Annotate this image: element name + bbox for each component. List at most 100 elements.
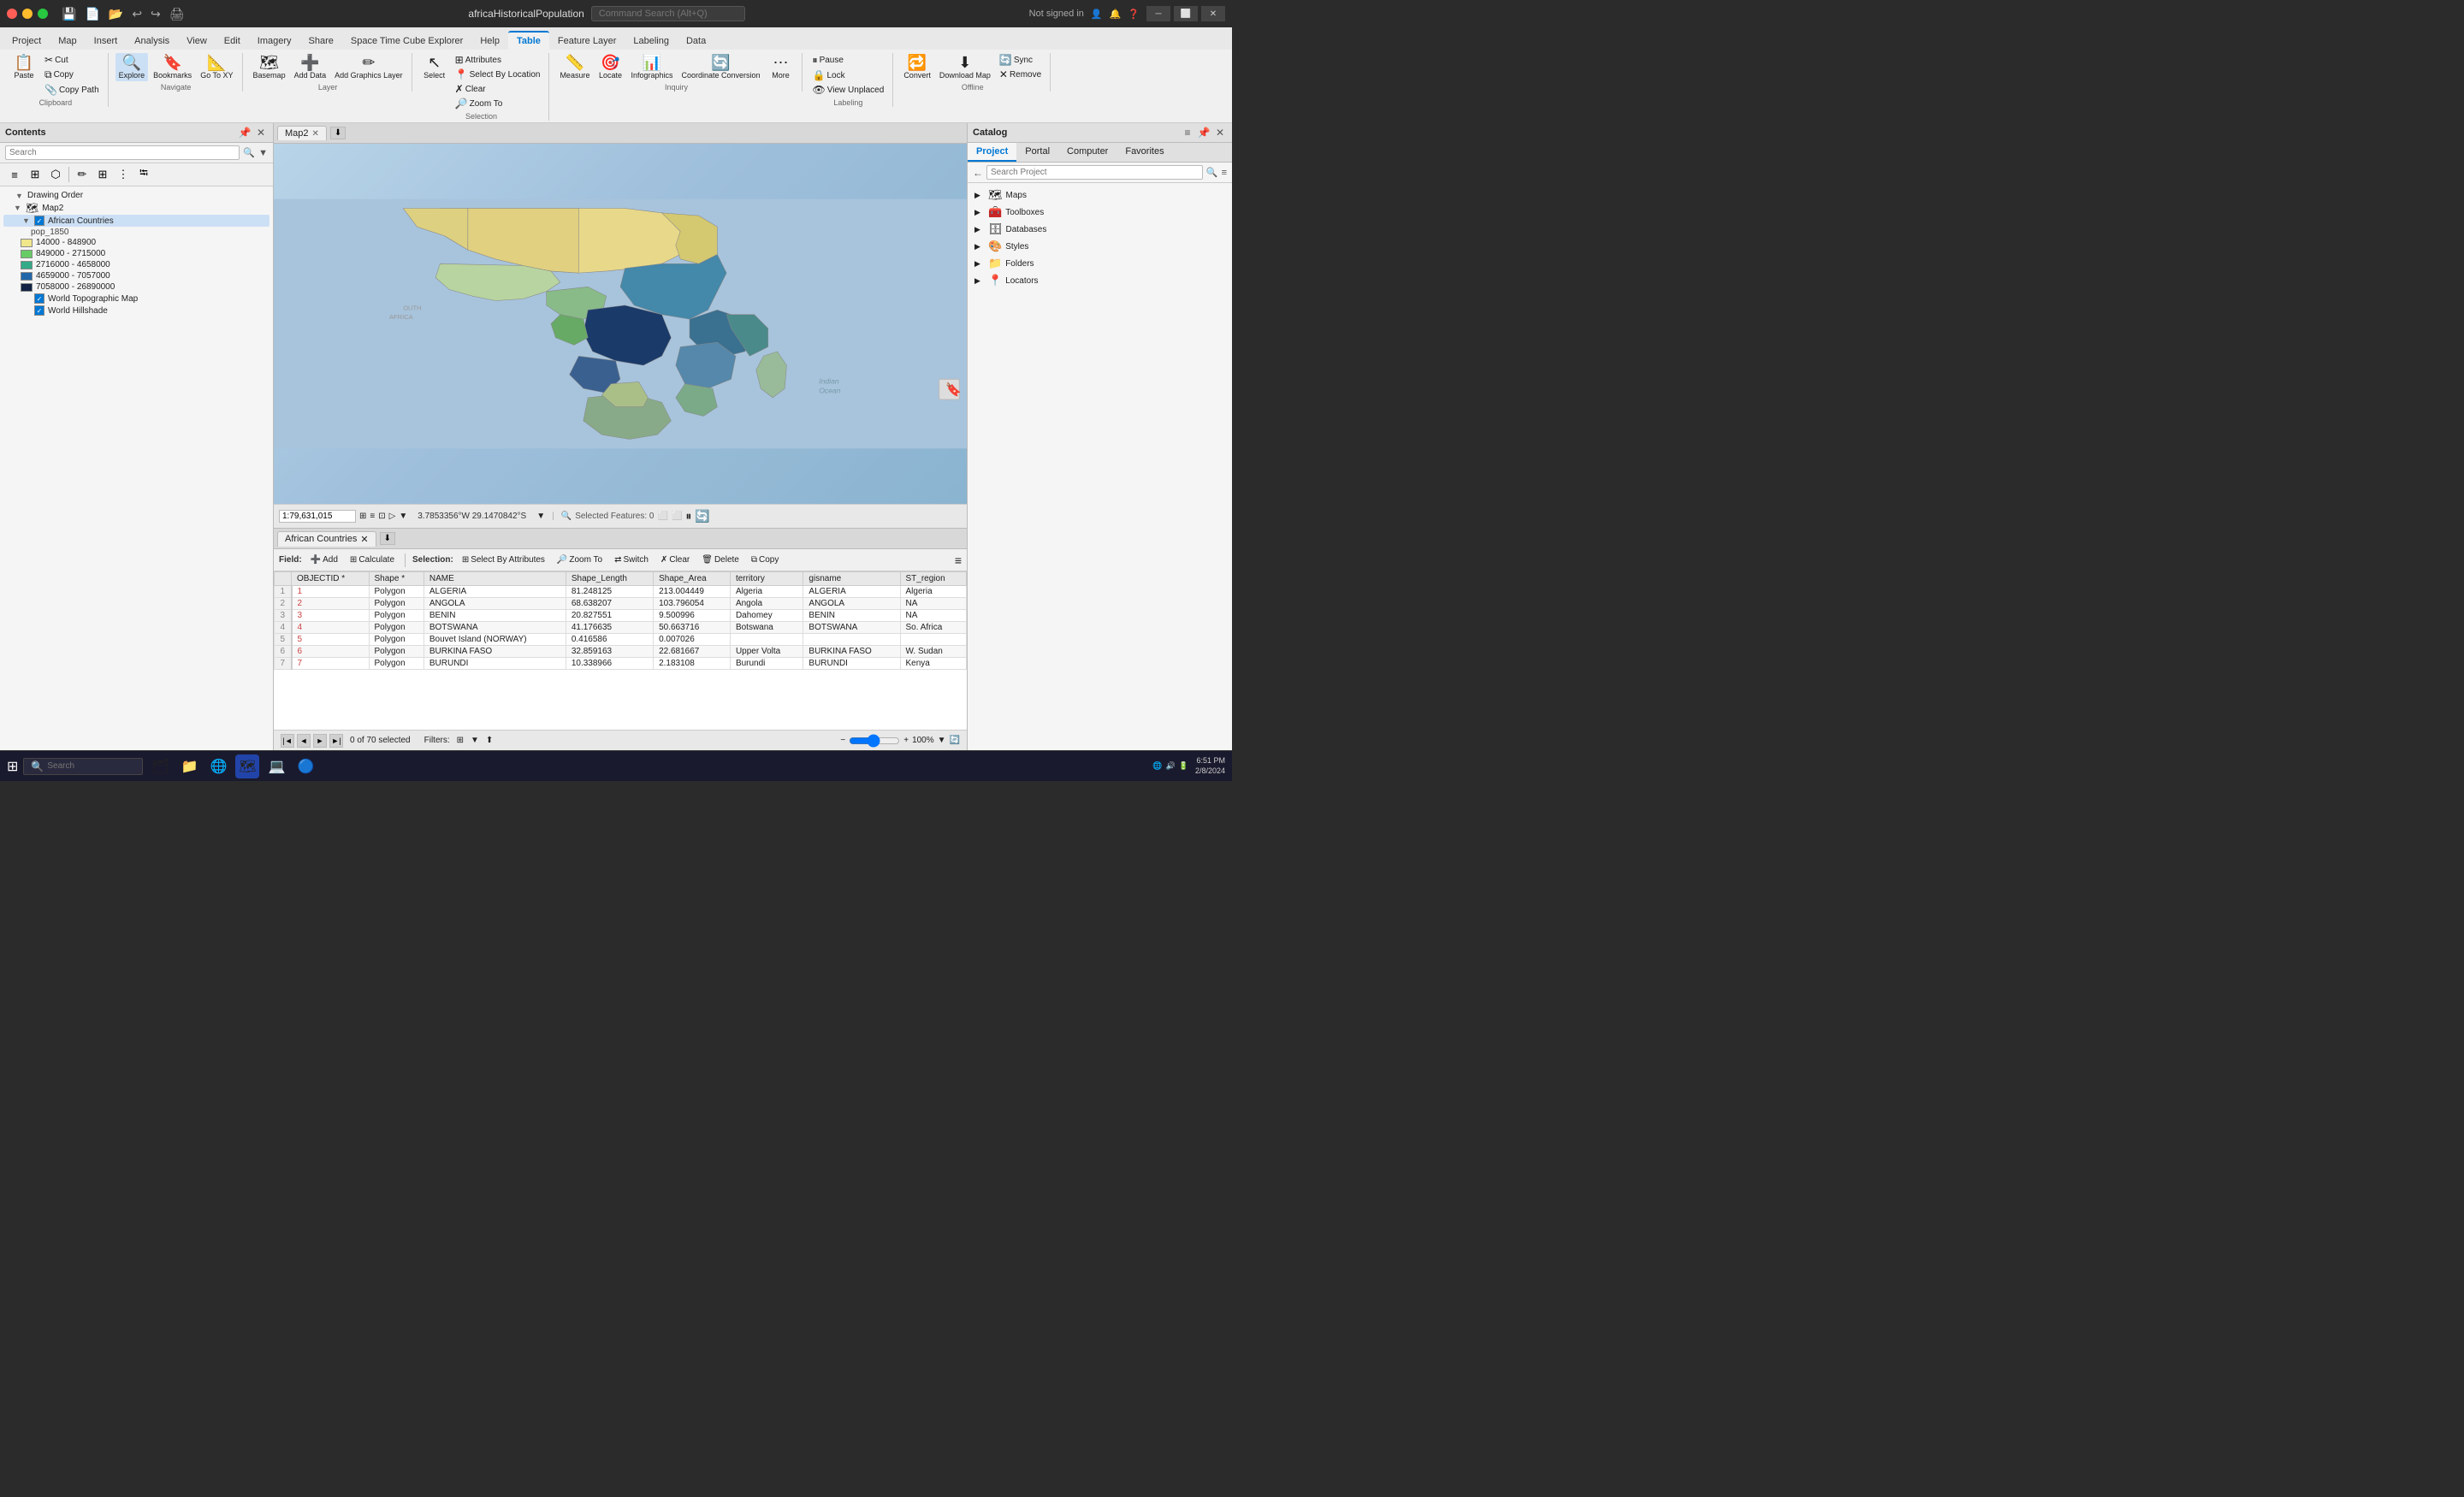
expand-styles-icon[interactable]: ▶: [974, 242, 985, 251]
convert-button[interactable]: 🔁 Convert: [900, 53, 934, 81]
refresh-button[interactable]: 🔄: [695, 509, 709, 524]
map2-tab[interactable]: Map2 ✕: [277, 126, 327, 140]
catalog-menu-button[interactable]: ≡: [1181, 126, 1194, 139]
table-row[interactable]: 5 5 Polygon Bouvet Island (NORWAY) 0.416…: [275, 634, 967, 646]
next-page-button[interactable]: ►: [313, 734, 327, 748]
taskbar-app-arcgis[interactable]: 🗺: [235, 754, 259, 778]
network-icon[interactable]: 🌐: [1152, 761, 1162, 771]
new-icon[interactable]: 📄: [85, 7, 99, 21]
contents-arrow-button[interactable]: ⭾: [134, 165, 153, 184]
minimize-button[interactable]: ─: [1146, 6, 1170, 21]
catalog-close-button[interactable]: ✕: [1213, 126, 1227, 139]
expand-locators-icon[interactable]: ▶: [974, 276, 985, 286]
search-icon[interactable]: 🔍: [243, 147, 255, 158]
taskbar-app-arcpro[interactable]: 🔵: [293, 754, 317, 778]
african-countries-expand-icon[interactable]: ▼: [22, 216, 31, 225]
catalog-item-databases[interactable]: ▶ 🗄 Databases: [971, 221, 1229, 238]
table-menu-icon[interactable]: ≡: [955, 553, 962, 567]
undo-icon[interactable]: ↩: [132, 7, 142, 21]
table-copy-button[interactable]: ⧉ Copy: [748, 554, 783, 565]
filter-add-icon[interactable]: ⬆: [486, 736, 493, 745]
map-tools-icon-5[interactable]: ▼: [399, 512, 407, 521]
coord-dropdown-icon[interactable]: ▼: [536, 512, 545, 521]
zoom-dropdown[interactable]: ▼: [938, 736, 946, 745]
col-st-region[interactable]: ST_region: [900, 572, 967, 586]
add-data-button[interactable]: ➕ Add Data: [291, 53, 330, 81]
catalog-back-button[interactable]: ←: [973, 167, 983, 179]
select-button[interactable]: ↖ Select: [419, 53, 450, 81]
taskbar-app-explorer[interactable]: 🗂: [148, 754, 172, 778]
table-refresh-icon[interactable]: 🔄: [950, 736, 960, 745]
zoom-slider[interactable]: [849, 734, 900, 748]
cut-button[interactable]: ✂Cut: [41, 53, 103, 67]
battery-icon[interactable]: 🔋: [1179, 761, 1188, 771]
redo-icon[interactable]: ↪: [151, 7, 161, 21]
close-button[interactable]: ✕: [1201, 6, 1225, 21]
first-page-button[interactable]: |◄: [281, 734, 294, 748]
bookmarks-button[interactable]: 🔖 Bookmarks: [150, 53, 195, 81]
tab-analysis[interactable]: Analysis: [126, 33, 178, 50]
pause-button[interactable]: ⏸Pause: [809, 53, 888, 68]
tab-feature-layer[interactable]: Feature Layer: [549, 33, 625, 50]
view-unplaced-button[interactable]: 👁View Unplaced: [809, 83, 888, 97]
tab-project[interactable]: Project: [3, 33, 50, 50]
minimize-traffic-light[interactable]: [22, 9, 33, 19]
african-countries-checkbox[interactable]: ✓: [34, 216, 44, 226]
tab-help[interactable]: Help: [471, 33, 508, 50]
paste-button[interactable]: 📋 Paste: [9, 53, 39, 81]
table-row[interactable]: 4 4 Polygon BOTSWANA 41.176635 50.663716…: [275, 622, 967, 634]
world-topo-item[interactable]: ✓ World Topographic Map: [3, 293, 270, 305]
map-tools-icon-3[interactable]: ⊡: [378, 512, 385, 521]
world-hillshade-checkbox[interactable]: ✓: [34, 305, 44, 316]
col-shape[interactable]: Shape *: [369, 572, 424, 586]
map-tools-icon-1[interactable]: ⊞: [359, 512, 366, 521]
taskbar-app-folder[interactable]: 📁: [177, 754, 201, 778]
col-name[interactable]: NAME: [424, 572, 566, 586]
table-select-by-attributes-button[interactable]: ⊞ Select By Attributes: [459, 554, 548, 565]
contents-grid-view-button[interactable]: ⊞: [26, 165, 44, 184]
catalog-item-folders[interactable]: ▶ 📁 Folders: [971, 255, 1229, 272]
infographics-button[interactable]: 📊 Infographics: [627, 53, 676, 81]
col-gisname[interactable]: gisname: [803, 572, 900, 586]
user-icon[interactable]: 👤: [1091, 9, 1103, 20]
taskbar-search-input[interactable]: [47, 761, 133, 771]
catalog-pin-button[interactable]: 📌: [1197, 126, 1211, 139]
catalog-item-styles[interactable]: ▶ 🎨 Styles: [971, 238, 1229, 255]
pause-render-button[interactable]: ⏸: [685, 509, 691, 524]
go-to-xy-button[interactable]: 📐 Go To XY: [197, 53, 236, 81]
zoom-in-icon[interactable]: +: [903, 736, 909, 745]
maximize-traffic-light[interactable]: [38, 9, 48, 19]
tab-imagery[interactable]: Imagery: [249, 33, 300, 50]
map2-item[interactable]: ▼ 🗺 Map2: [3, 201, 270, 215]
catalog-item-locators[interactable]: ▶ 📍 Locators: [971, 272, 1229, 289]
expand-toolboxes-icon[interactable]: ▶: [974, 208, 985, 217]
copy-path-button[interactable]: 📎Copy Path: [41, 83, 103, 97]
african-countries-table-tab[interactable]: African Countries ✕: [277, 531, 376, 547]
map2-expand-icon[interactable]: ▼: [14, 204, 22, 212]
sync-button[interactable]: 🔄Sync: [996, 53, 1045, 67]
table-row[interactable]: 2 2 Polygon ANGOLA 68.638207 103.796054 …: [275, 598, 967, 610]
print-icon[interactable]: 🖨: [169, 7, 185, 21]
table-row[interactable]: 6 6 Polygon BURKINA FASO 32.859163 22.68…: [275, 646, 967, 658]
select-by-location-button[interactable]: 📍 Select By Location: [452, 68, 544, 81]
prev-page-button[interactable]: ◄: [297, 734, 311, 748]
tab-view[interactable]: View: [178, 33, 216, 50]
filter-icon[interactable]: ⊞: [457, 736, 464, 745]
table-clear-button[interactable]: ✗ Clear: [657, 554, 693, 565]
last-page-button[interactable]: ►|: [329, 734, 343, 748]
expand-maps-icon[interactable]: ▶: [974, 191, 985, 200]
taskbar-app-browser[interactable]: 🌐: [206, 754, 230, 778]
col-shape-area[interactable]: Shape_Area: [654, 572, 731, 586]
table-row[interactable]: 7 7 Polygon BURUNDI 10.338966 2.183108 B…: [275, 658, 967, 670]
map-tools-icon-4[interactable]: ▷: [389, 512, 396, 521]
add-field-button[interactable]: ➕ Add: [307, 554, 341, 565]
remove-button[interactable]: ✕Remove: [996, 68, 1045, 81]
col-territory[interactable]: territory: [730, 572, 803, 586]
contents-filter-button[interactable]: ⬡: [46, 165, 65, 184]
african-countries-tab-close[interactable]: ✕: [360, 534, 368, 545]
contents-pin-button[interactable]: 📌: [238, 126, 252, 139]
catalog-tab-favorites[interactable]: Favorites: [1116, 143, 1172, 162]
tab-space-time[interactable]: Space Time Cube Explorer: [342, 33, 471, 50]
lock-button[interactable]: 🔒Lock: [809, 68, 888, 82]
contents-list-view-button[interactable]: ≡: [5, 165, 24, 184]
